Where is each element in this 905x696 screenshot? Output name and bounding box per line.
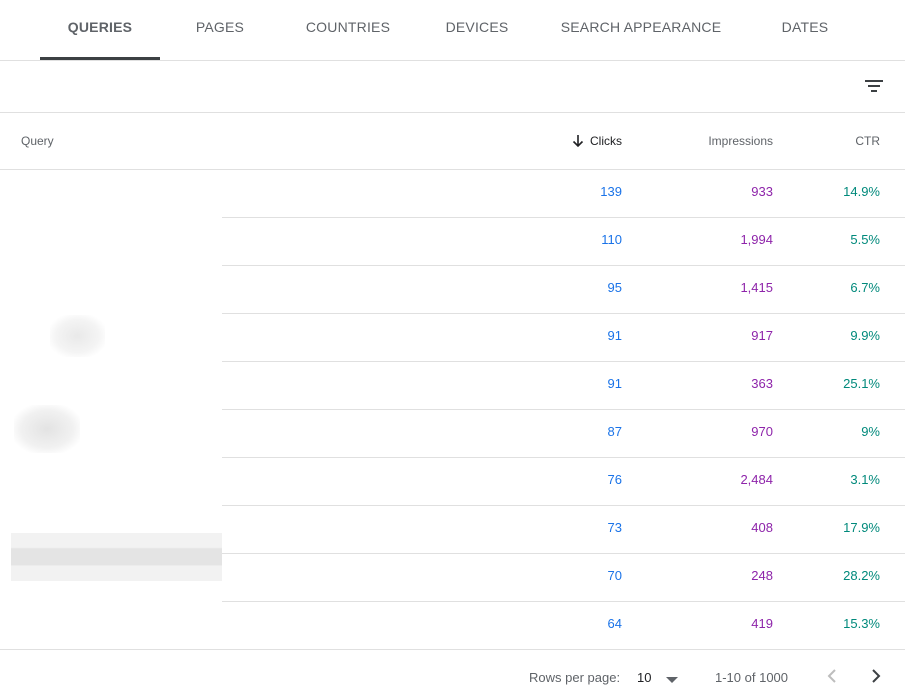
redaction-blur: [14, 405, 80, 453]
rows-per-page-select[interactable]: 10: [637, 670, 651, 685]
column-header-clicks-label: Clicks: [590, 134, 622, 148]
ctr-cell: 3.1%: [850, 472, 880, 487]
ctr-cell: 5.5%: [850, 232, 880, 247]
pagination-range: 1-10 of 1000: [715, 670, 789, 685]
redaction-blur: [50, 315, 105, 357]
clicks-cell: 70: [607, 568, 622, 583]
clicks-cell: 95: [607, 280, 622, 295]
clicks-cell: 110: [601, 232, 622, 247]
tab-dates[interactable]: DATES: [770, 0, 840, 60]
impressions-cell: 408: [751, 520, 773, 535]
clicks-cell: 91: [607, 328, 622, 343]
arrow-down-icon: [572, 134, 584, 147]
ctr-cell: 9.9%: [850, 328, 880, 343]
active-tab-indicator: [40, 57, 160, 60]
tab-search-appearance[interactable]: SEARCH APPEARANCE: [556, 0, 726, 60]
ctr-cell: 6.7%: [850, 280, 880, 295]
impressions-cell: 2,484: [740, 472, 773, 487]
impressions-cell: 917: [751, 328, 773, 343]
clicks-cell: 64: [607, 616, 622, 631]
impressions-cell: 1,994: [740, 232, 773, 247]
table-toolbar: [0, 61, 905, 113]
table-row[interactable]: 64 419 15.3%: [0, 602, 905, 650]
redaction-blur: [11, 533, 222, 581]
tab-countries[interactable]: COUNTRIES: [298, 0, 398, 60]
ctr-cell: 15.3%: [843, 616, 880, 631]
rows-per-page-label: Rows per page:: [529, 670, 621, 685]
impressions-cell: 248: [751, 568, 773, 583]
clicks-cell: 73: [607, 520, 622, 535]
ctr-cell: 25.1%: [843, 376, 880, 391]
caret-down-icon[interactable]: [666, 677, 678, 683]
redacted-query-column: [0, 170, 222, 602]
ctr-cell: 9%: [861, 424, 880, 439]
clicks-cell: 91: [607, 376, 622, 391]
tab-queries[interactable]: QUERIES: [40, 0, 160, 60]
pagination-footer: Rows per page: 10 1-10 of 1000: [0, 650, 905, 696]
next-page-button[interactable]: [864, 664, 888, 688]
previous-page-button[interactable]: [820, 664, 844, 688]
column-header-query[interactable]: Query: [21, 113, 54, 169]
impressions-cell: 933: [751, 184, 773, 199]
clicks-cell: 139: [600, 184, 622, 199]
column-header-ctr[interactable]: CTR: [855, 113, 880, 169]
tab-pages[interactable]: PAGES: [180, 0, 260, 60]
filter-button[interactable]: [860, 71, 890, 101]
impressions-cell: 970: [751, 424, 773, 439]
ctr-cell: 14.9%: [843, 184, 880, 199]
table-header: Query Clicks Impressions CTR: [0, 113, 905, 170]
ctr-cell: 17.9%: [843, 520, 880, 535]
impressions-cell: 363: [751, 376, 773, 391]
column-header-clicks[interactable]: Clicks: [572, 113, 622, 169]
chevron-left-icon: [827, 669, 836, 683]
clicks-cell: 87: [607, 424, 622, 439]
impressions-cell: 419: [751, 616, 773, 631]
ctr-cell: 28.2%: [843, 568, 880, 583]
column-header-impressions[interactable]: Impressions: [708, 113, 773, 169]
clicks-cell: 76: [607, 472, 622, 487]
impressions-cell: 1,415: [740, 280, 773, 295]
tab-devices[interactable]: DEVICES: [437, 0, 517, 60]
chevron-right-icon: [872, 669, 881, 683]
report-tabs: QUERIES PAGES COUNTRIES DEVICES SEARCH A…: [0, 0, 905, 61]
